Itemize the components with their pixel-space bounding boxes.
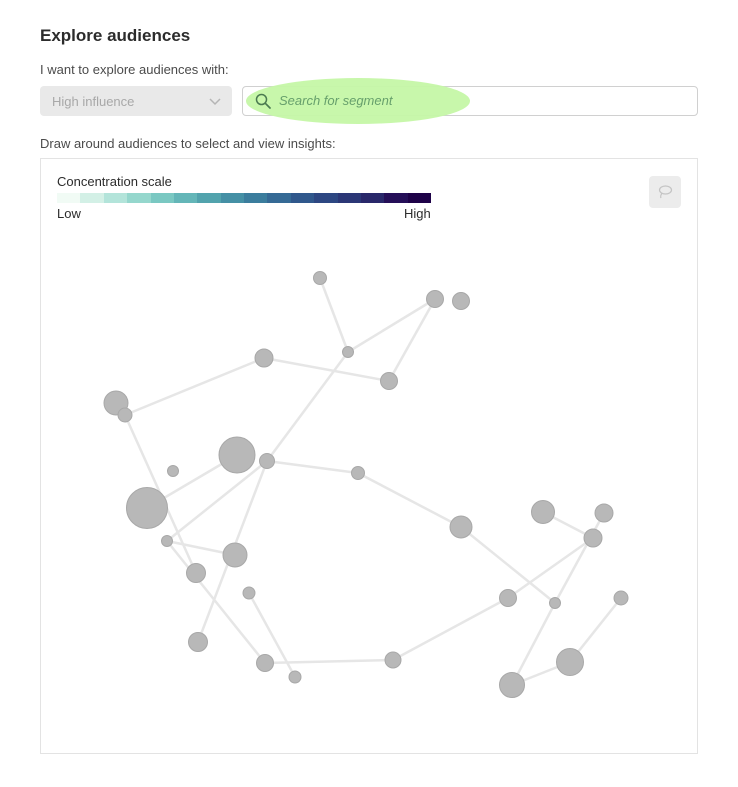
- audience-node[interactable]: [531, 500, 555, 524]
- audience-node[interactable]: [188, 632, 208, 652]
- audience-node[interactable]: [499, 672, 525, 698]
- audience-node[interactable]: [549, 597, 561, 609]
- audience-node[interactable]: [186, 563, 206, 583]
- audience-node[interactable]: [583, 528, 603, 548]
- audience-node[interactable]: [313, 271, 327, 285]
- audience-node[interactable]: [594, 503, 614, 523]
- audience-node[interactable]: [126, 487, 168, 529]
- audience-node[interactable]: [256, 654, 274, 672]
- audience-node[interactable]: [222, 542, 248, 568]
- audience-network-graph[interactable]: [0, 0, 738, 787]
- audience-node[interactable]: [342, 346, 354, 358]
- audience-node[interactable]: [449, 515, 473, 539]
- audience-node[interactable]: [167, 465, 179, 477]
- audience-node[interactable]: [556, 648, 584, 676]
- audience-node[interactable]: [384, 651, 402, 669]
- audience-node[interactable]: [452, 292, 470, 310]
- audience-node[interactable]: [499, 589, 517, 607]
- audience-node[interactable]: [254, 348, 274, 368]
- audience-node[interactable]: [161, 535, 173, 547]
- audience-node[interactable]: [613, 590, 629, 606]
- audience-node[interactable]: [351, 466, 365, 480]
- graph-edges: [123, 277, 622, 687]
- audience-node[interactable]: [117, 407, 133, 423]
- graph-nodes[interactable]: [103, 271, 629, 698]
- audience-node[interactable]: [426, 290, 444, 308]
- audience-node[interactable]: [380, 372, 398, 390]
- audience-node[interactable]: [242, 586, 256, 600]
- audience-node[interactable]: [218, 436, 256, 474]
- audience-node[interactable]: [288, 670, 302, 684]
- audience-node[interactable]: [259, 453, 275, 469]
